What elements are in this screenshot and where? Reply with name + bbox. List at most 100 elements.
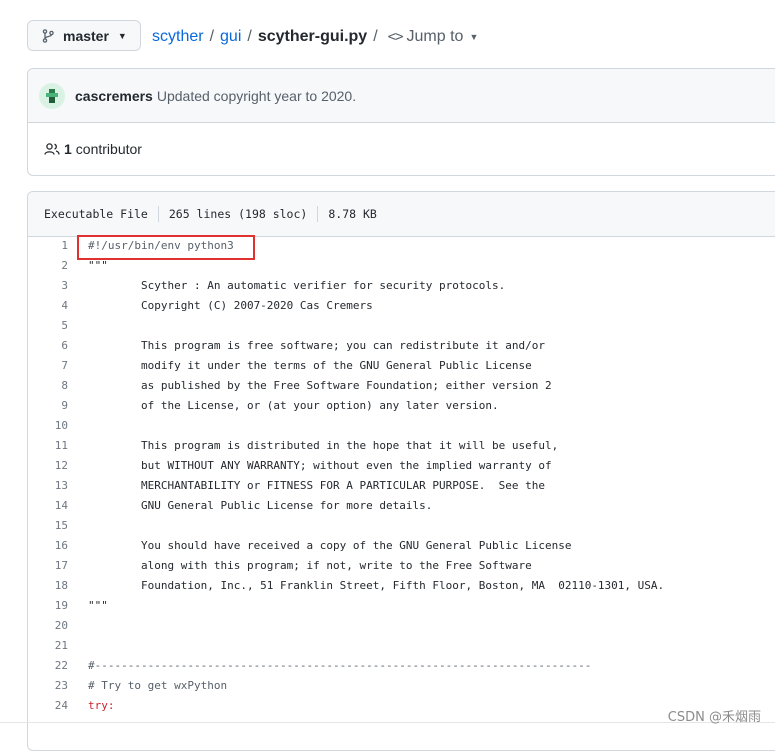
line-content: GNU General Public License for more deta… [88, 499, 433, 512]
chevron-down-icon: ▼ [469, 32, 479, 42]
line-number[interactable]: 4 [28, 296, 68, 316]
line-content: MERCHANTABILITY or FITNESS FOR A PARTICU… [88, 479, 545, 492]
breadcrumb-repo-link[interactable]: scyther [152, 28, 204, 46]
branch-label: master [63, 27, 109, 44]
breadcrumb: scyther / gui / scyther-gui.py / <> Jump… [152, 26, 478, 48]
code-icon: <> [387, 29, 404, 45]
file-info-bar: Executable File 265 lines (198 sloc) 8.7… [28, 192, 775, 237]
code-line: 10 [28, 416, 775, 436]
line-content: #!/usr/bin/env python3 [88, 239, 234, 252]
code-line: 24 try: [28, 696, 775, 716]
latest-commit-box: cascremers Updated copyright year to 202… [27, 68, 775, 176]
code-listing: 1 #!/usr/bin/env python3 2 """ 3 Scyther : A… [28, 236, 775, 716]
avatar-identicon-icon [46, 88, 58, 103]
chevron-down-icon: ▼ [117, 30, 127, 41]
line-number[interactable]: 7 [28, 356, 68, 376]
line-number[interactable]: 10 [28, 416, 68, 436]
code-line: 16 You should have received a copy of th… [28, 536, 775, 556]
contributor-label: contributor [75, 141, 142, 157]
line-number[interactable]: 19 [28, 596, 68, 616]
file-line-count: 265 lines (198 sloc) [168, 207, 308, 221]
code-line: 17 along with this program; if not, writ… [28, 556, 775, 576]
line-number[interactable]: 24 [28, 696, 68, 716]
branch-selector-button[interactable]: master ▼ [27, 20, 141, 51]
line-content: This program is distributed in the hope … [88, 439, 559, 452]
file-viewer: Executable File 265 lines (198 sloc) 8.7… [27, 191, 775, 751]
commit-message-link[interactable]: Updated copyright year to 2020. [157, 88, 356, 104]
code-line: 4 Copyright (C) 2007-2020 Cas Cremers [28, 296, 775, 316]
breadcrumb-separator: / [209, 28, 215, 45]
line-number[interactable]: 6 [28, 336, 68, 356]
git-branch-icon [42, 28, 54, 43]
code-line: 8 as published by the Free Software Foun… [28, 376, 775, 396]
line-number[interactable]: 21 [28, 636, 68, 656]
line-number[interactable]: 17 [28, 556, 68, 576]
code-line: 22 #-------------------------------------… [28, 656, 775, 676]
code-line: 3 Scyther : An automatic verifier for se… [28, 276, 775, 296]
code-line: 14 GNU General Public License for more d… [28, 496, 775, 516]
line-number[interactable]: 18 [28, 576, 68, 596]
line-number[interactable]: 15 [28, 516, 68, 536]
line-content: This program is free software; you can r… [88, 339, 545, 352]
code-line: 7 modify it under the terms of the GNU G… [28, 356, 775, 376]
code-line: 20 [28, 616, 775, 636]
watermark: CSDN @禾烟雨 [667, 710, 761, 725]
code-line: 2 """ [28, 256, 775, 276]
contributors-row[interactable]: 1 contributor [28, 123, 775, 175]
commit-header: cascremers Updated copyright year to 202… [28, 69, 775, 123]
line-number[interactable]: 13 [28, 476, 68, 496]
line-content: #---------------------------------------… [88, 659, 592, 672]
line-number[interactable]: 1 [28, 236, 68, 256]
line-number[interactable]: 12 [28, 456, 68, 476]
code-line: 13 MERCHANTABILITY or FITNESS FOR A PART… [28, 476, 775, 496]
divider [0, 722, 775, 723]
line-content: Foundation, Inc., 51 Franklin Street, Fi… [88, 579, 665, 592]
code-line: 1 #!/usr/bin/env python3 [28, 236, 775, 256]
commit-author-link[interactable]: cascremers [75, 88, 153, 104]
code-line: 11 This program is distributed in the ho… [28, 436, 775, 456]
jump-to-button[interactable]: <> Jump to ▼ [388, 28, 479, 46]
line-content: Scyther : An automatic verifier for secu… [88, 279, 506, 292]
code-line: 19 """ [28, 596, 775, 616]
line-content: # Try to get wxPython [88, 679, 228, 692]
file-type: Executable File [44, 207, 148, 221]
line-number[interactable]: 16 [28, 536, 68, 556]
line-content: """ [88, 599, 108, 612]
breadcrumb-folder-link[interactable]: gui [220, 28, 241, 46]
line-number[interactable]: 11 [28, 436, 68, 456]
breadcrumb-file-name: scyther-gui.py [257, 28, 368, 45]
breadcrumb-separator: / [373, 28, 378, 45]
code-line: 23 # Try to get wxPython [28, 676, 775, 696]
code-line: 6 This program is free software; you can… [28, 336, 775, 356]
line-number[interactable]: 2 [28, 256, 68, 276]
line-number[interactable]: 9 [28, 396, 68, 416]
divider [157, 206, 159, 222]
contributor-count: 1 [64, 141, 72, 157]
breadcrumb-separator: / [247, 28, 252, 45]
line-content: modify it under the terms of the GNU Gen… [88, 359, 532, 372]
line-content: along with this program; if not, write t… [88, 559, 532, 572]
code-line: 5 [28, 316, 775, 336]
line-content: but WITHOUT ANY WARRANTY; without even t… [88, 459, 552, 472]
avatar[interactable] [39, 82, 65, 109]
code-line: 12 but WITHOUT ANY WARRANTY; without eve… [28, 456, 775, 476]
line-number[interactable]: 22 [28, 656, 68, 676]
line-number[interactable]: 5 [28, 316, 68, 336]
line-number[interactable]: 20 [28, 616, 68, 636]
file-size: 8.78 KB [328, 207, 377, 221]
people-icon [44, 143, 60, 155]
code-line: 15 [28, 516, 775, 536]
code-line: 18 Foundation, Inc., 51 Franklin Street,… [28, 576, 775, 596]
line-number[interactable]: 8 [28, 376, 68, 396]
line-content: of the License, or (at your option) any … [88, 399, 499, 412]
line-number[interactable]: 23 [28, 676, 68, 696]
code-line: 21 [28, 636, 775, 656]
line-content: Copyright (C) 2007-2020 Cas Cremers [88, 299, 373, 312]
line-content: as published by the Free Software Founda… [88, 379, 552, 392]
jump-to-label: Jump to [406, 28, 464, 45]
line-content: You should have received a copy of the G… [88, 539, 572, 552]
line-content: """ [88, 259, 108, 272]
line-number[interactable]: 3 [28, 276, 68, 296]
line-number[interactable]: 14 [28, 496, 68, 516]
line-content: try: [88, 699, 115, 712]
